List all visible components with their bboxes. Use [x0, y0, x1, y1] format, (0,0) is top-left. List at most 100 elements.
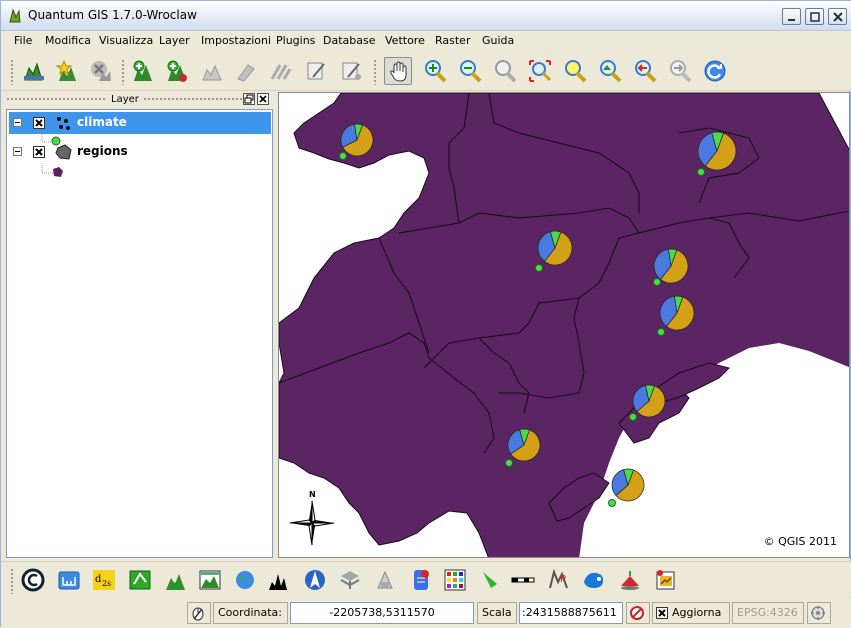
grass-button[interactable] — [127, 567, 153, 593]
map-canvas[interactable]: N © QGIS 2011 — [278, 92, 850, 558]
plugin-installer-icon — [584, 572, 604, 588]
coordinate-label: Coordinata: — [213, 602, 288, 624]
menu-layer[interactable]: Layer — [159, 34, 190, 47]
zoom-layer-button[interactable] — [596, 57, 624, 85]
spatial-query-button[interactable] — [337, 567, 363, 593]
map-tips-button[interactable] — [653, 567, 679, 593]
cut-features-icon — [307, 62, 325, 80]
coordinate-toggle-button[interactable] — [187, 602, 211, 624]
layer-item-regions[interactable]: regions — [9, 141, 271, 163]
menu-plugins[interactable]: Plugins — [276, 34, 315, 47]
main-toolbar — [1, 51, 851, 91]
qgis-main-window: Quantum GIS 1.7.0-Wroclaw File Modifica … — [0, 0, 851, 628]
minimize-button[interactable] — [782, 8, 801, 25]
add-feature-button[interactable] — [198, 57, 226, 85]
refresh-button[interactable] — [701, 57, 729, 85]
new-shapefile-icon — [133, 60, 152, 81]
climate-point[interactable] — [653, 278, 661, 286]
node-tool-icon — [270, 64, 292, 80]
zoom-last-icon — [635, 60, 657, 83]
render-toggle[interactable]: Aggiorna — [652, 602, 730, 624]
dock-grip[interactable] — [6, 97, 106, 101]
render-label: Aggiorna — [672, 606, 722, 619]
coordinate-field[interactable]: -2205738,5311570 — [290, 602, 474, 624]
toolbar-grip[interactable] — [121, 59, 125, 85]
layer-panel-header[interactable]: Layer — [3, 92, 273, 108]
menu-file[interactable]: File — [14, 34, 32, 47]
plugin-installer-button[interactable] — [581, 567, 607, 593]
new-spatialite-button[interactable] — [163, 57, 191, 85]
close-panel-button[interactable] — [257, 93, 269, 105]
render-checkbox[interactable] — [656, 607, 668, 619]
zoom-layer-icon — [600, 60, 622, 83]
text-button[interactable]: P — [546, 567, 572, 593]
close-button[interactable] — [828, 8, 847, 25]
georeferencer-button[interactable] — [232, 567, 258, 593]
oracle-raster-button[interactable] — [408, 567, 434, 593]
toolbar-grip[interactable] — [10, 568, 14, 594]
cut-features-button[interactable] — [303, 57, 331, 85]
menu-database[interactable]: Database — [323, 34, 376, 47]
remove-layer-button[interactable] — [87, 57, 115, 85]
toolbar-grip[interactable] — [373, 59, 377, 85]
climate-point[interactable] — [535, 264, 543, 272]
menu-vettore[interactable]: Vettore — [385, 34, 425, 47]
d2s-button[interactable]: d2s — [91, 567, 117, 593]
new-shapefile-button[interactable] — [129, 57, 157, 85]
refresh-icon — [704, 60, 726, 82]
interpolation-button[interactable] — [442, 567, 468, 593]
layer-tree[interactable]: climate regions — [6, 109, 273, 558]
menu-raster[interactable]: Raster — [435, 34, 470, 47]
climate-point[interactable] — [339, 152, 347, 160]
move-feature-button[interactable] — [232, 57, 260, 85]
menu-guida[interactable]: Guida — [482, 34, 514, 47]
scale-icon — [511, 577, 535, 583]
maximize-button[interactable] — [805, 8, 824, 25]
zoom-in-button[interactable] — [421, 57, 449, 85]
zoom-next-button[interactable] — [666, 57, 694, 85]
climate-point[interactable] — [608, 499, 616, 507]
scale-button[interactable] — [510, 567, 536, 593]
visibility-checkbox-regions[interactable] — [33, 146, 45, 158]
crs-status[interactable]: EPSG:4326 — [732, 602, 804, 624]
climate-point[interactable] — [657, 328, 665, 336]
climate-point[interactable] — [629, 413, 637, 421]
layer-item-climate[interactable]: climate — [9, 112, 271, 134]
zoom-next-icon — [670, 60, 692, 83]
float-panel-button[interactable] — [243, 93, 255, 105]
scale-field[interactable]: :2431588875611 — [519, 602, 623, 624]
menu-modifica[interactable]: Modifica — [45, 34, 91, 47]
menu-visualizza[interactable]: Visualizza — [99, 34, 153, 47]
north-arrow-plugin-button[interactable] — [302, 567, 328, 593]
zoom-actual-button[interactable] — [491, 57, 519, 85]
crs-button[interactable] — [807, 602, 831, 624]
collapse-icon[interactable] — [13, 147, 23, 157]
profile-button[interactable] — [266, 567, 292, 593]
zoom-selection-button[interactable] — [561, 57, 589, 85]
zoom-full-button[interactable] — [526, 57, 554, 85]
zoom-last-button[interactable] — [631, 57, 659, 85]
node-tool-button[interactable] — [267, 57, 295, 85]
visibility-checkbox-climate[interactable] — [33, 117, 45, 129]
gps-button[interactable]: D — [162, 567, 188, 593]
add-vector-layer-button[interactable] — [20, 57, 48, 85]
paste-features-button[interactable] — [338, 57, 366, 85]
climate-point[interactable] — [697, 168, 705, 176]
collapse-icon[interactable] — [13, 118, 23, 128]
dxf-button[interactable] — [617, 567, 643, 593]
coordinate-capture-button[interactable] — [372, 567, 398, 593]
copyright-label-button[interactable] — [20, 567, 46, 593]
add-raster-layer-button[interactable] — [53, 57, 81, 85]
pan-button[interactable] — [384, 57, 412, 85]
title-bar: Quantum GIS 1.7.0-Wroclaw — [1, 1, 851, 31]
dock-grip[interactable] — [143, 97, 243, 101]
menu-impostazioni[interactable]: Impostazioni — [201, 34, 271, 47]
heatmap-button[interactable] — [476, 567, 502, 593]
zoom-out-button[interactable] — [456, 57, 484, 85]
scale-bar-button[interactable] — [56, 567, 82, 593]
stop-render-button[interactable] — [626, 602, 650, 624]
close-icon — [833, 12, 843, 22]
toolbar-grip[interactable] — [10, 59, 14, 85]
raster-terrain-button[interactable] — [197, 567, 223, 593]
climate-point[interactable] — [505, 459, 513, 467]
